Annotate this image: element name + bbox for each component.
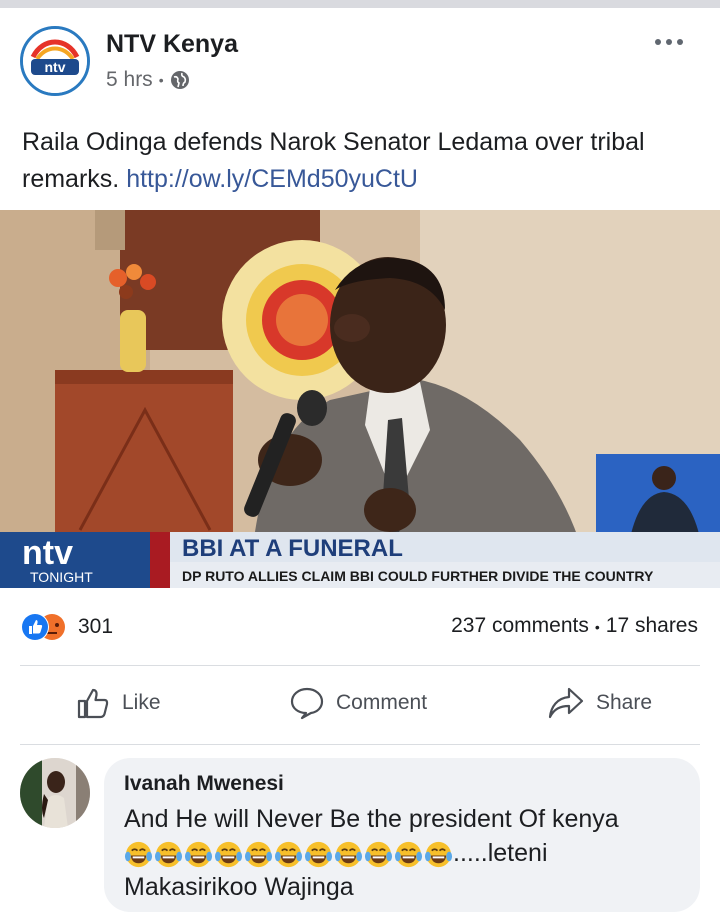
broadcast-sub: TONIGHT — [30, 569, 93, 585]
reactions-summary[interactable]: 301 — [20, 612, 113, 642]
laughing-emoji-row — [124, 840, 453, 869]
post-link[interactable]: http://ow.ly/CEMd50yuCtU — [126, 165, 418, 193]
commenter-photo — [20, 758, 90, 828]
like-label: Like — [122, 691, 161, 714]
like-button[interactable]: Like — [76, 686, 161, 720]
laughing-crying-emoji-icon — [124, 841, 153, 867]
laughing-crying-emoji-icon — [364, 841, 393, 867]
post-time[interactable]: 5 hrs — [106, 68, 153, 92]
page-name[interactable]: NTV Kenya — [106, 30, 238, 59]
ntv-logo-icon: ntv — [23, 29, 87, 93]
comment-bubble: Ivanah Mwenesi And He will Never Be the … — [104, 758, 700, 912]
reaction-count: 301 — [78, 615, 114, 638]
comment-text: And He will Never Be the president Of ke… — [124, 802, 680, 904]
laughing-crying-emoji-icon — [424, 841, 453, 867]
meta-separator: • — [158, 72, 164, 88]
post-stats: 237 comments • 17 shares — [451, 614, 698, 640]
news-broadcast-image: ntv TONIGHT BBI AT A FUNERAL DP RUTO ALL… — [0, 210, 720, 588]
shares-count[interactable]: 17 shares — [606, 614, 698, 640]
page-avatar[interactable]: ntv — [20, 26, 90, 96]
laughing-crying-emoji-icon — [154, 841, 183, 867]
comment-bubble-icon — [290, 687, 324, 720]
comment-label: Comment — [336, 691, 428, 714]
stats-separator: • — [594, 619, 600, 635]
comment-line-1: And He will Never Be the president Of ke… — [124, 805, 619, 833]
laughing-crying-emoji-icon — [274, 841, 303, 867]
comment-line-3: Makasirikoo Wajinga — [124, 873, 354, 901]
comment-after-emojis: .....leteni — [453, 839, 548, 867]
post-text: Raila Odinga defends Narok Senator Ledam… — [22, 124, 702, 198]
laughing-crying-emoji-icon — [334, 841, 363, 867]
laughing-crying-emoji-icon — [394, 841, 423, 867]
comment-author[interactable]: Ivanah Mwenesi — [124, 772, 680, 796]
post-image[interactable]: ntv TONIGHT BBI AT A FUNERAL DP RUTO ALL… — [0, 210, 720, 588]
laughing-crying-emoji-icon — [214, 841, 243, 867]
reaction-icons — [21, 613, 65, 641]
news-subheadline: DP RUTO ALLIES CLAIM BBI COULD FURTHER D… — [182, 568, 654, 584]
share-arrow-icon — [548, 687, 584, 719]
globe-icon — [170, 71, 189, 89]
thumbs-up-icon — [77, 688, 109, 719]
laughing-crying-emoji-icon — [304, 841, 333, 867]
broadcast-logo: ntv — [22, 534, 73, 572]
divider-top — [20, 665, 700, 666]
divider-bottom — [20, 744, 700, 745]
laughing-crying-emoji-icon — [184, 841, 213, 867]
more-options-icon[interactable] — [655, 32, 689, 52]
news-headline: BBI AT A FUNERAL — [182, 535, 403, 562]
comment-button[interactable]: Comment — [290, 686, 427, 720]
share-button[interactable]: Share — [548, 686, 652, 720]
svg-text:ntv: ntv — [45, 59, 66, 75]
commenter-avatar[interactable] — [20, 758, 90, 828]
comment-line-2: .....leteni — [124, 836, 680, 870]
laughing-crying-emoji-icon — [244, 841, 273, 867]
post-meta: 5 hrs • — [106, 68, 190, 92]
share-label: Share — [596, 691, 653, 714]
comments-count[interactable]: 237 comments — [451, 614, 589, 640]
top-divider-bar — [0, 0, 720, 8]
